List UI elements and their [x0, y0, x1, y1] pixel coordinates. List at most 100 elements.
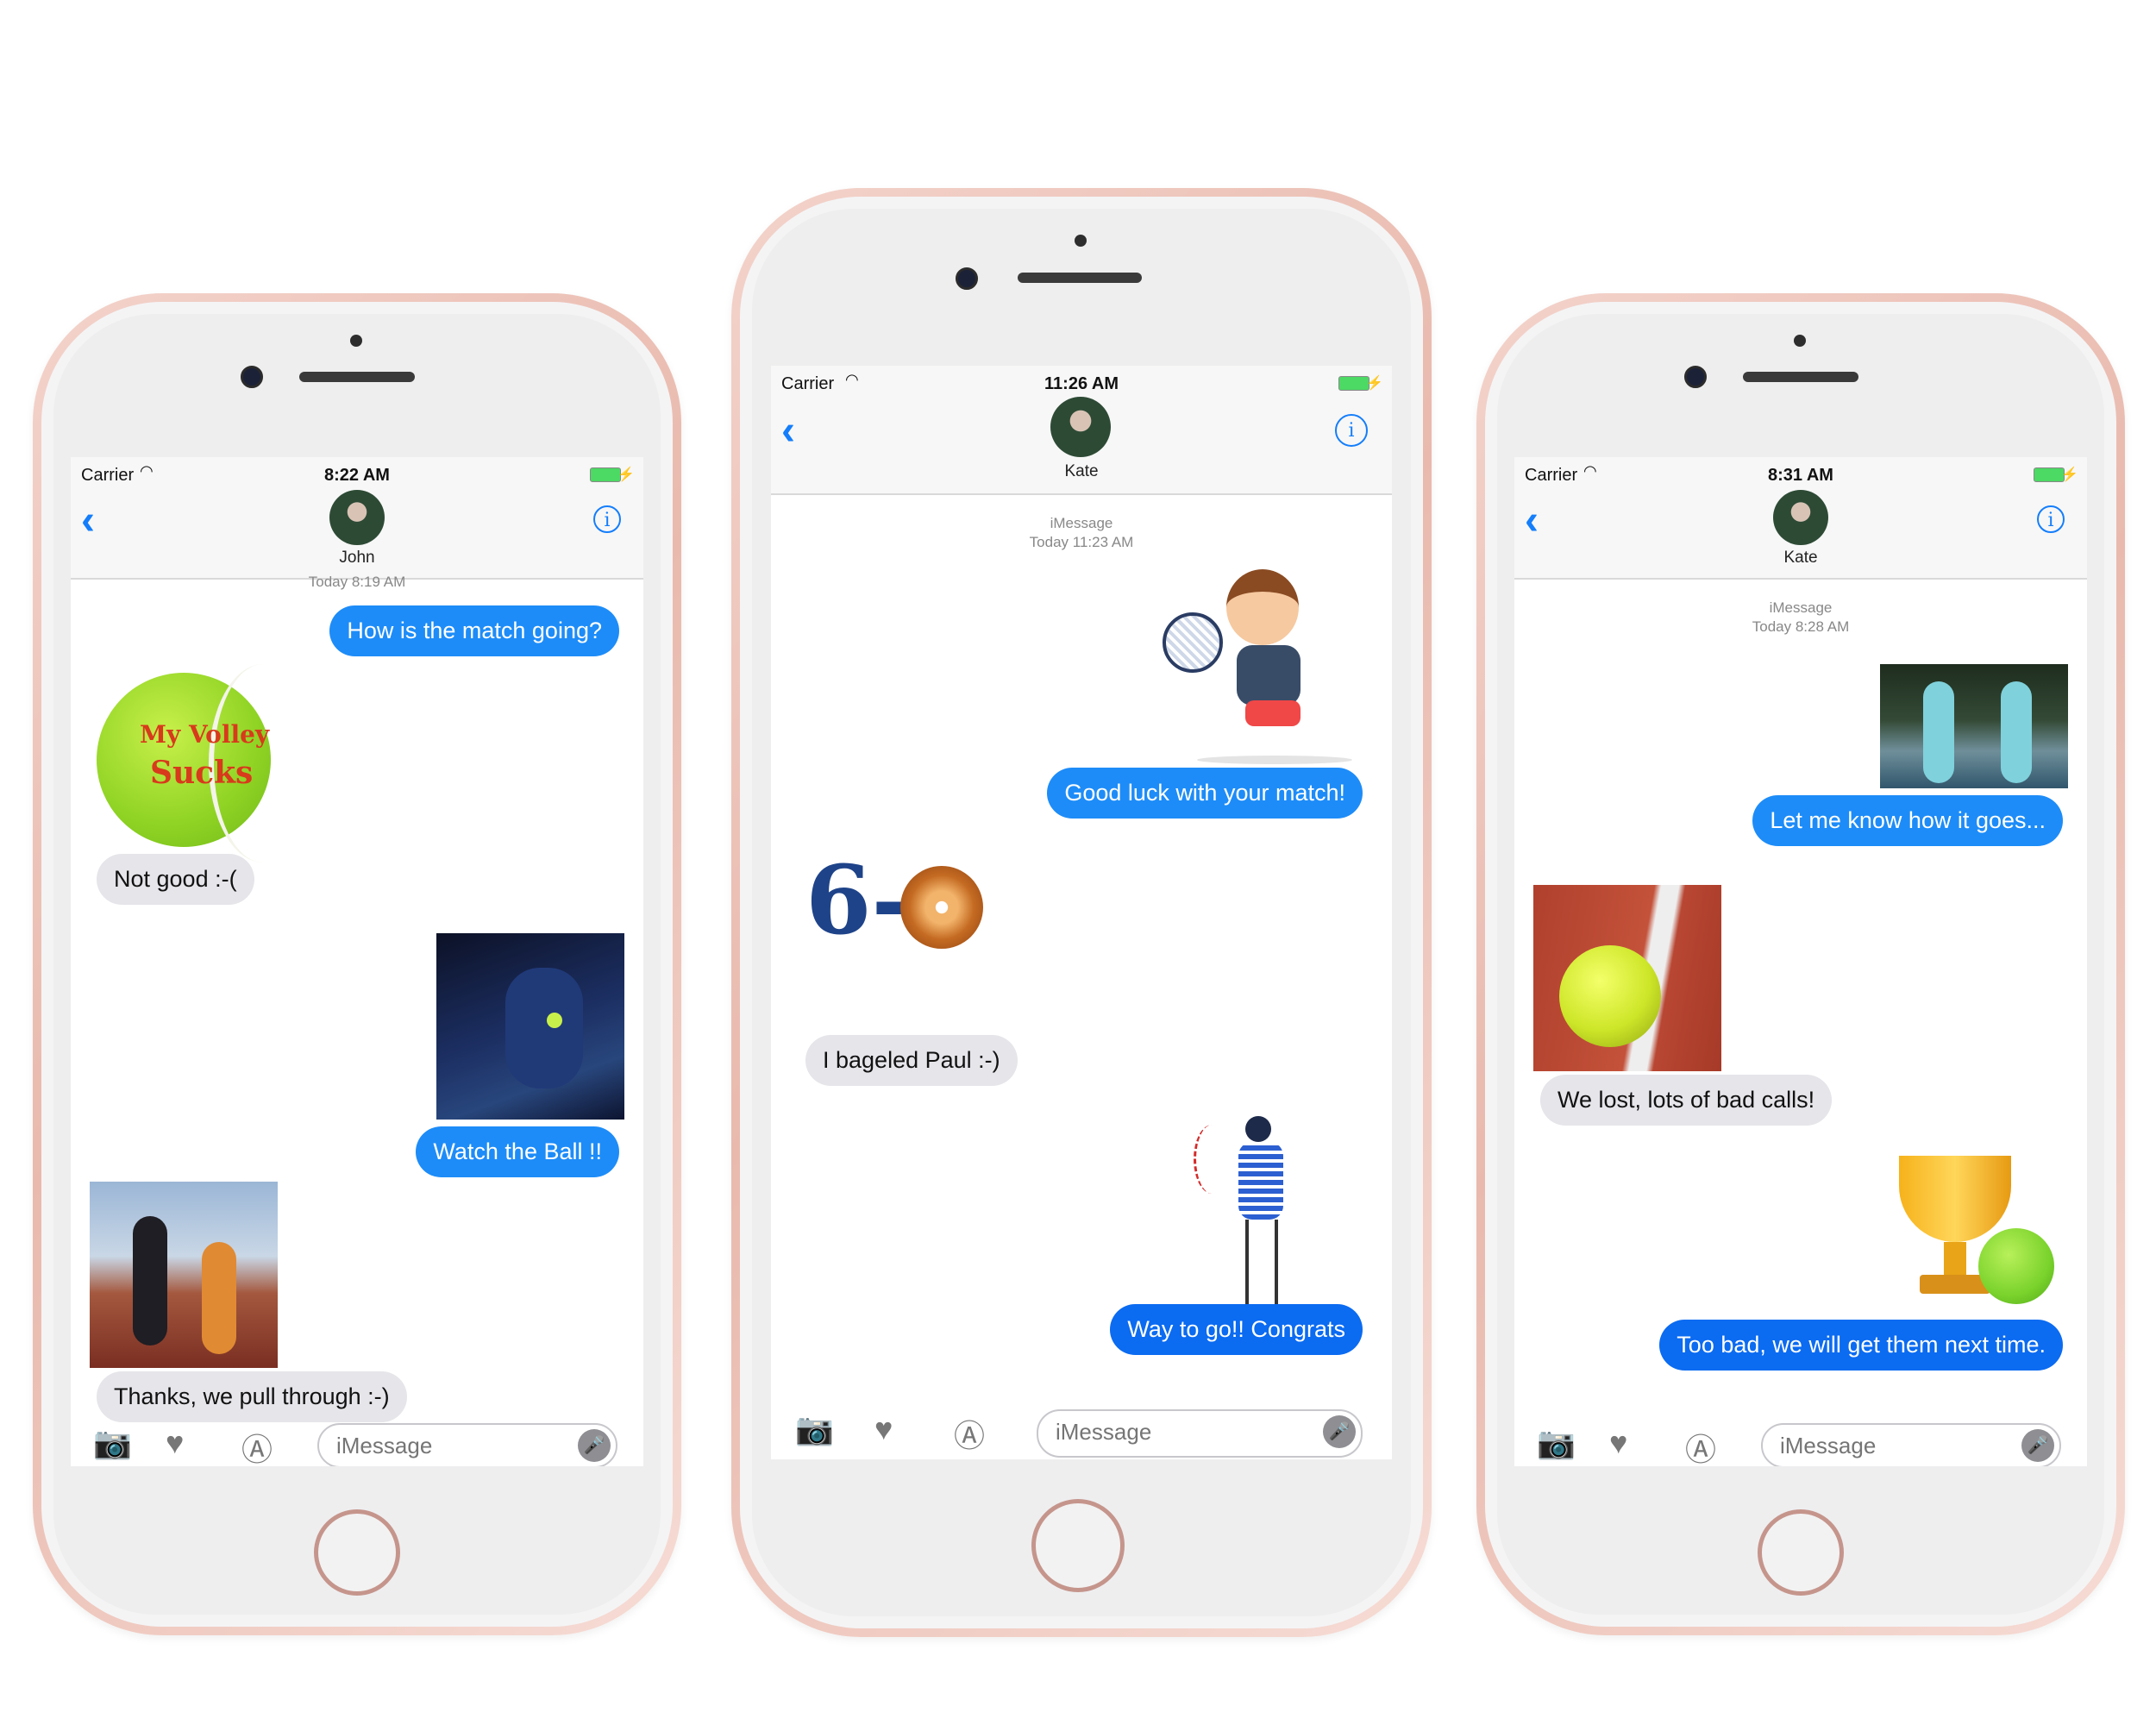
screen-center: Carrier ◠ 11:26 AM ⚡ ‹ Kate i iMessage T…: [771, 366, 1392, 1459]
message-input-field[interactable]: [1054, 1418, 1283, 1446]
message-outgoing[interactable]: Good luck with your match!: [1047, 768, 1363, 819]
info-icon[interactable]: i: [1335, 414, 1368, 447]
score-text: 6-: [805, 844, 912, 956]
trophy-cup: [1899, 1156, 2011, 1242]
avatar[interactable]: [1050, 397, 1111, 457]
app-store-icon[interactable]: Ⓐ: [1685, 1425, 1716, 1466]
phone-center: Carrier ◠ 11:26 AM ⚡ ‹ Kate i iMessage T…: [731, 188, 1432, 1637]
contact-name[interactable]: John: [71, 549, 643, 568]
earpiece-speaker: [1743, 372, 1858, 382]
message-incoming[interactable]: Not good :-(: [97, 854, 254, 905]
screen-left: Carrier ◠ 8:22 AM ⚡ ‹ John i Today 8:19 …: [71, 457, 643, 1466]
message-input-field[interactable]: [1778, 1432, 1990, 1460]
thread-service: iMessage: [1769, 599, 1833, 616]
battery-icon: [590, 467, 621, 482]
charging-icon: ⚡: [617, 467, 635, 482]
photo-high-five[interactable]: [1880, 664, 2068, 788]
photo-doubles-players[interactable]: [90, 1182, 278, 1368]
bagel-icon: [900, 866, 983, 949]
app-store-icon[interactable]: Ⓐ: [241, 1425, 273, 1466]
heart-icon[interactable]: ♥: [166, 1425, 184, 1461]
avatar[interactable]: [329, 490, 385, 545]
info-icon[interactable]: i: [593, 505, 621, 533]
message-input-field[interactable]: [335, 1432, 546, 1460]
home-button[interactable]: [314, 1509, 400, 1596]
sticker-sketch-player[interactable]: [1194, 1116, 1323, 1314]
photo-player-1: [1923, 681, 1954, 783]
sketch-legs: [1245, 1220, 1278, 1306]
info-icon[interactable]: i: [2037, 505, 2065, 533]
sticker-shadow: [1197, 756, 1352, 764]
photo-tennis-ball: [1559, 945, 1661, 1047]
photo-tennis-player[interactable]: [436, 933, 624, 1120]
message-outgoing[interactable]: Way to go!! Congrats: [1110, 1304, 1363, 1355]
message-outgoing[interactable]: Watch the Ball !!: [416, 1126, 619, 1177]
avatar[interactable]: [1773, 490, 1828, 545]
contact-name[interactable]: Kate: [1514, 549, 2087, 568]
sticker-head: [1226, 569, 1299, 645]
message-outgoing[interactable]: Too bad, we will get them next time.: [1659, 1320, 2063, 1371]
sticker-body: [1237, 645, 1300, 706]
earpiece-speaker: [299, 372, 415, 382]
heart-icon[interactable]: ♥: [874, 1411, 893, 1447]
contact-name[interactable]: Kate: [771, 462, 1392, 481]
compose-toolbar: 📷 ♥ Ⓐ 🎤: [71, 1421, 643, 1466]
chevron-left-icon[interactable]: ‹: [1525, 500, 1539, 542]
camera-icon[interactable]: 📷: [93, 1425, 132, 1461]
heart-icon[interactable]: ♥: [1609, 1425, 1627, 1461]
photo-figure: [505, 968, 583, 1088]
trophy-stem: [1944, 1242, 1966, 1276]
compose-toolbar: 📷 ♥ Ⓐ 🎤: [1514, 1421, 2087, 1466]
thread-timestamp: Today 8:28 AM: [1752, 618, 1850, 635]
thread-timestamp: Today 11:23 AM: [1029, 534, 1134, 550]
screen-right: Carrier ◠ 8:31 AM ⚡ ‹ Kate i iMessage To…: [1514, 457, 2087, 1466]
battery-icon: [1338, 376, 1369, 391]
microphone-icon[interactable]: 🎤: [578, 1429, 611, 1462]
sticker-racket: [1163, 612, 1223, 673]
message-incoming[interactable]: We lost, lots of bad calls!: [1540, 1075, 1833, 1126]
camera-icon[interactable]: 📷: [795, 1411, 834, 1447]
charging-icon: ⚡: [1366, 376, 1383, 391]
sticker-cartoon-player[interactable]: [1163, 566, 1361, 766]
charging-icon: ⚡: [2061, 467, 2078, 482]
message-input[interactable]: 🎤: [1761, 1423, 2061, 1466]
front-camera-icon: [1684, 366, 1707, 388]
earpiece-speaker: [1018, 273, 1142, 283]
sketch-swing: [1194, 1125, 1231, 1194]
message-incoming[interactable]: I bageled Paul :-): [805, 1035, 1018, 1086]
photo-player-1: [133, 1216, 167, 1346]
message-outgoing[interactable]: How is the match going?: [329, 605, 619, 656]
home-button[interactable]: [1758, 1509, 1844, 1596]
message-input[interactable]: 🎤: [317, 1423, 617, 1466]
status-time: 11:26 AM: [1044, 374, 1119, 393]
photo-player-2: [2001, 681, 2032, 783]
microphone-icon[interactable]: 🎤: [1323, 1415, 1356, 1448]
nav-bar: Carrier ◠ 11:26 AM ⚡ ‹ Kate i: [771, 366, 1392, 495]
sticker-score-bagel[interactable]: 6-: [805, 849, 1004, 961]
front-camera-icon: [956, 267, 978, 290]
app-store-icon[interactable]: Ⓐ: [954, 1411, 985, 1456]
phone-right: Carrier ◠ 8:31 AM ⚡ ‹ Kate i iMessage To…: [1476, 293, 2125, 1635]
chevron-left-icon[interactable]: ‹: [81, 500, 95, 542]
message-incoming[interactable]: Thanks, we pull through :-): [97, 1371, 407, 1422]
message-outgoing[interactable]: Let me know how it goes...: [1752, 795, 2063, 846]
sticker-trophy-ball[interactable]: [1882, 1156, 2058, 1309]
photo-ball-on-line[interactable]: [1533, 885, 1721, 1071]
sticker-tennis-ball[interactable]: My Volley Sucks: [97, 664, 271, 862]
status-time: 8:31 AM: [1768, 466, 1833, 485]
nav-bar: Carrier ◠ 8:31 AM ⚡ ‹ Kate i: [1514, 457, 2087, 580]
camera-icon[interactable]: 📷: [1537, 1425, 1576, 1461]
sticker-ball: [1978, 1228, 2054, 1304]
compose-toolbar: 📷 ♥ Ⓐ 🎤: [771, 1408, 1392, 1458]
front-camera-icon: [241, 366, 263, 388]
proximity-sensor: [350, 335, 362, 347]
message-input[interactable]: 🎤: [1037, 1409, 1363, 1458]
thread-service: iMessage: [1050, 515, 1113, 531]
photo-ball: [547, 1013, 562, 1028]
microphone-icon[interactable]: 🎤: [2021, 1429, 2054, 1462]
status-time: 8:22 AM: [324, 466, 390, 485]
home-button[interactable]: [1031, 1499, 1125, 1592]
chevron-left-icon[interactable]: ‹: [781, 411, 795, 452]
thread-timestamp: Today 8:19 AM: [308, 574, 406, 590]
sticker-shorts: [1245, 700, 1300, 726]
